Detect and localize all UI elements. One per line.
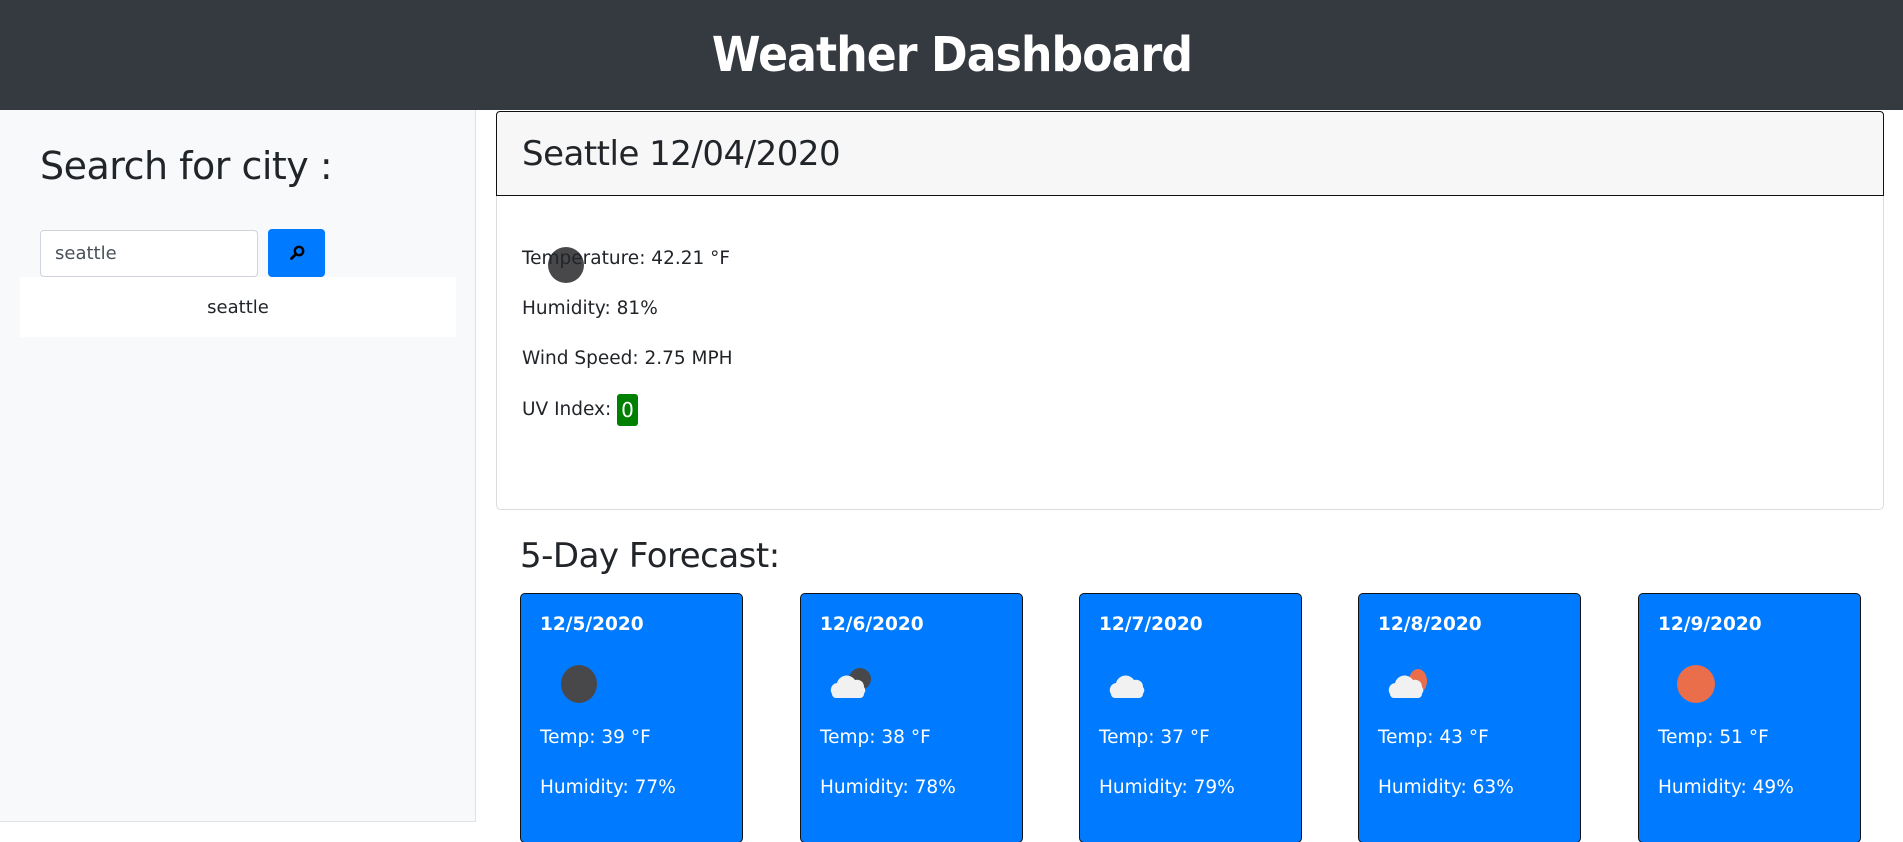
current-temperature: Temperature: 42.21 °F	[522, 248, 731, 269]
forecast-card: 12/5/2020 Temp: 39 °F Humidity: 77%	[520, 593, 743, 842]
forecast-temp: Temp: 38 °F	[820, 727, 931, 748]
forecast-date: 12/8/2020	[1378, 614, 1482, 635]
forecast-date: 12/6/2020	[820, 614, 924, 635]
forecast-date: 12/9/2020	[1658, 614, 1762, 635]
search-sidebar: Search for city : seattle	[0, 110, 476, 822]
forecast-humidity: Humidity: 79%	[1099, 777, 1235, 798]
forecast-humidity: Humidity: 78%	[820, 777, 956, 798]
forecast-date: 12/5/2020	[540, 614, 644, 635]
forecast-date: 12/7/2020	[1099, 614, 1203, 635]
forecast-humidity: Humidity: 77%	[540, 777, 676, 798]
search-button[interactable]	[268, 229, 325, 277]
forecast-humidity: Humidity: 49%	[1658, 777, 1794, 798]
uv-index-badge: 0	[617, 394, 638, 426]
forecast-temp: Temp: 39 °F	[540, 727, 651, 748]
uv-index-label: UV Index:	[522, 399, 612, 420]
app-title: Weather Dashboard	[711, 27, 1192, 83]
night-partly-cloudy-icon	[820, 659, 880, 709]
forecast-temp: Temp: 51 °F	[1658, 727, 1769, 748]
app-header: Weather Dashboard	[0, 0, 1903, 110]
forecast-temp: Temp: 37 °F	[1099, 727, 1210, 748]
night-clear-icon	[540, 659, 600, 709]
forecast-card: 12/6/2020 Temp: 38 °F Humidity: 78%	[800, 593, 1023, 842]
history-item-seattle[interactable]: seattle	[20, 277, 456, 337]
current-humidity: Humidity: 81%	[522, 298, 658, 319]
forecast-temp: Temp: 43 °F	[1378, 727, 1489, 748]
forecast-humidity: Humidity: 63%	[1378, 777, 1514, 798]
city-date-title: Seattle 12/04/2020	[522, 133, 841, 174]
current-wind-speed: Wind Speed: 2.75 MPH	[522, 348, 733, 369]
search-heading: Search for city :	[40, 144, 333, 188]
forecast-card: 12/9/2020 Temp: 51 °F Humidity: 49%	[1638, 593, 1861, 842]
forecast-title: 5-Day Forecast:	[520, 536, 780, 576]
forecast-card: 12/8/2020 Temp: 43 °F Humidity: 63%	[1358, 593, 1581, 842]
city-search-input[interactable]	[40, 230, 258, 277]
current-weather-header: Seattle 12/04/2020	[496, 111, 1884, 196]
sun-icon	[1658, 659, 1718, 709]
current-weather-card: Seattle 12/04/2020 Temperature: 42.21 °F…	[496, 111, 1884, 510]
forecast-card: 12/7/2020 Temp: 37 °F Humidity: 79%	[1079, 593, 1302, 842]
cloud-icon	[1099, 659, 1159, 709]
search-history-list: seattle	[20, 277, 456, 337]
current-uv-row: UV Index: 0	[522, 394, 638, 426]
search-icon	[289, 245, 304, 260]
day-partly-cloudy-icon	[1378, 659, 1438, 709]
